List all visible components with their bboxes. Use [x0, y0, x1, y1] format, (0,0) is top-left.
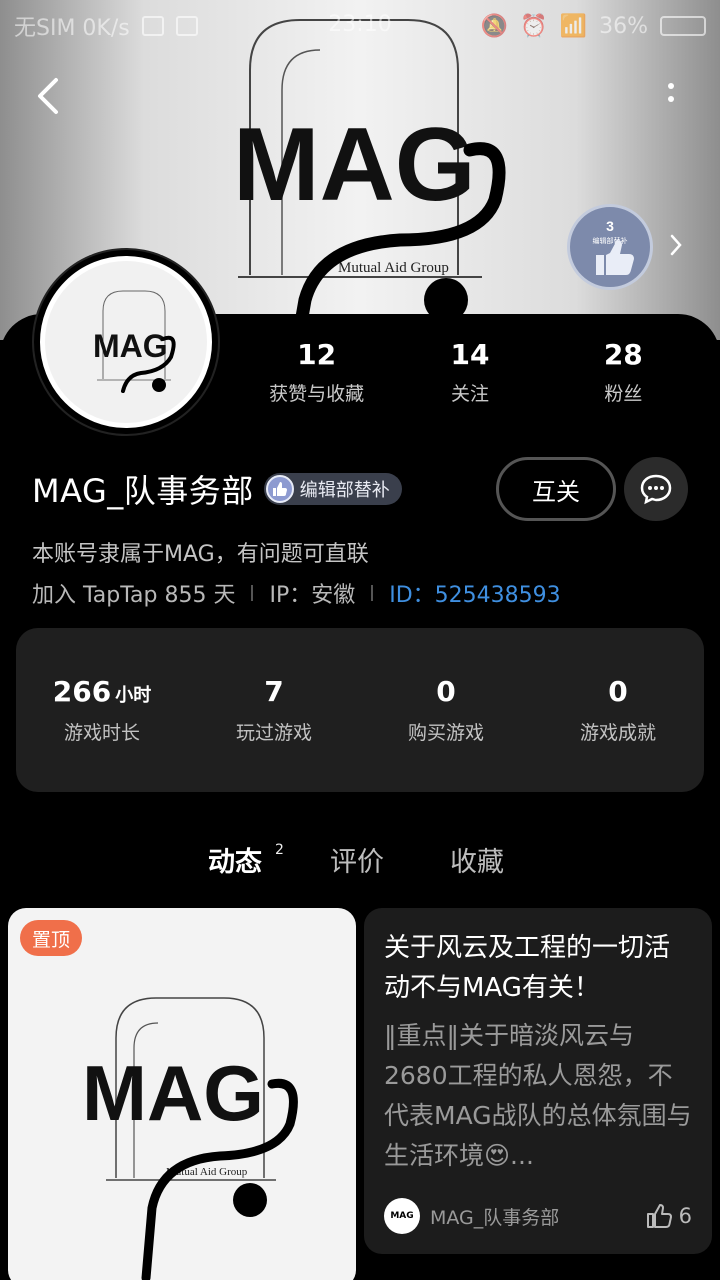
- stat-value: 12: [297, 338, 337, 371]
- stat-followers[interactable]: 28 粉丝: [547, 338, 700, 406]
- game-stat-playtime[interactable]: 266 小时 游戏时长: [16, 675, 188, 745]
- like-button[interactable]: 6: [645, 1202, 692, 1230]
- post-image-logo: MAG Mutual Aid Group: [82, 997, 298, 1280]
- stat-value: 28: [603, 338, 643, 371]
- tab-reviews[interactable]: 评价: [330, 840, 384, 879]
- avatar[interactable]: MAG: [34, 250, 218, 434]
- divider: [371, 585, 374, 601]
- content-tabs: 动态 评价 收藏: [0, 840, 720, 890]
- message-button[interactable]: [624, 457, 688, 521]
- status-bar: 无SIM 0K/s 23:10 🔕 ⏰ 📶 36%: [0, 0, 720, 52]
- post-title: 关于风云及工程的一切活动不与MAG有关！: [384, 933, 671, 1003]
- status-time: 23:10: [328, 12, 392, 37]
- game-stat-value: 266: [52, 675, 112, 708]
- tab-dynamics[interactable]: 动态: [208, 840, 262, 879]
- game-stat-value: 7: [264, 675, 284, 708]
- post-card-pinned[interactable]: 置顶 MAG Mutual Aid Group: [8, 908, 356, 1280]
- thumbs-up-medal-icon: 3 编辑部替补: [593, 218, 634, 275]
- name-row: MAG_队事务部 编辑部替补: [32, 466, 402, 512]
- svg-text:MAG: MAG: [233, 107, 476, 223]
- role-badge[interactable]: 编辑部替补: [263, 473, 402, 505]
- game-stat-label: 购买游戏: [407, 722, 484, 744]
- mutual-follow-button[interactable]: 互关: [496, 457, 616, 521]
- author-avatar[interactable]: MAG: [384, 1198, 420, 1234]
- svg-text:3: 3: [606, 218, 614, 234]
- avatar-logo: MAG: [93, 290, 176, 393]
- game-stat-label: 玩过游戏: [235, 722, 312, 744]
- role-badge-label: 编辑部替补: [299, 480, 390, 501]
- stat-label: 获赞与收藏: [269, 383, 365, 405]
- stat-likes[interactable]: 12 获赞与收藏: [240, 338, 393, 406]
- post-card[interactable]: 关于风云及工程的一切活动不与MAG有关！ ‖重点‖关于暗淡风云与2680工程的私…: [364, 908, 712, 1254]
- pinned-badge: 置顶: [20, 920, 83, 956]
- svg-text:MAG: MAG: [82, 1049, 264, 1137]
- badge-medal[interactable]: 3 编辑部替补: [567, 204, 653, 290]
- game-stat-value: 0: [608, 675, 628, 708]
- svg-text:MAG: MAG: [93, 328, 168, 364]
- like-count: 6: [678, 1204, 692, 1228]
- game-stat-achievements[interactable]: 0 游戏成就: [532, 675, 704, 745]
- thumbs-up-icon: [646, 1204, 672, 1228]
- profile-bio: 本账号隶属于MAG，有问题可直联: [32, 542, 369, 567]
- join-days: 加入 TapTap 855 天: [32, 583, 236, 608]
- svg-text:编辑部替补: 编辑部替补: [593, 236, 628, 245]
- game-stats-card: 266 小时 游戏时长 7 玩过游戏 0 购买游戏 0 游戏成就: [16, 628, 704, 792]
- post-footer: MAG MAG_队事务部 6: [384, 1198, 692, 1234]
- author-name[interactable]: MAG_队事务部: [430, 1203, 559, 1230]
- more-options-icon[interactable]: [656, 80, 686, 116]
- thumbs-up-icon: [265, 475, 294, 503]
- game-stat-bought[interactable]: 0 购买游戏: [360, 675, 532, 745]
- back-arrow-icon[interactable]: [30, 76, 70, 116]
- stat-following[interactable]: 14 关注: [393, 338, 546, 406]
- profile-stats: 12 获赞与收藏 14 关注 28 粉丝: [240, 338, 700, 406]
- tab-favorites[interactable]: 收藏: [450, 840, 504, 879]
- tab-dynamics-count: 2: [275, 842, 284, 858]
- stat-value: 14: [450, 338, 490, 371]
- divider: [251, 585, 254, 601]
- user-id[interactable]: ID：525438593: [389, 577, 560, 609]
- game-stat-value: 0: [436, 675, 456, 708]
- profile-meta: 加入 TapTap 855 天 IP：安徽 ID：525438593: [32, 577, 561, 609]
- ip-location: IP：安徽: [269, 583, 356, 608]
- game-stat-played[interactable]: 7 玩过游戏: [188, 675, 360, 745]
- svg-text:Mutual Aid Group: Mutual Aid Group: [338, 260, 449, 276]
- post-excerpt: ‖重点‖关于暗淡风云与2680工程的私人恩怨，不代表MAG战队的总体氛围与生活环…: [384, 1021, 692, 1170]
- chevron-right-icon[interactable]: [664, 230, 688, 260]
- game-stat-unit: 小时: [115, 685, 152, 706]
- chat-bubble-icon: [640, 474, 672, 505]
- username: MAG_队事务部: [32, 472, 254, 510]
- game-stat-label: 游戏时长: [63, 722, 140, 744]
- stat-label: 关注: [450, 383, 489, 405]
- stat-label: 粉丝: [604, 383, 643, 405]
- game-stat-label: 游戏成就: [579, 722, 656, 744]
